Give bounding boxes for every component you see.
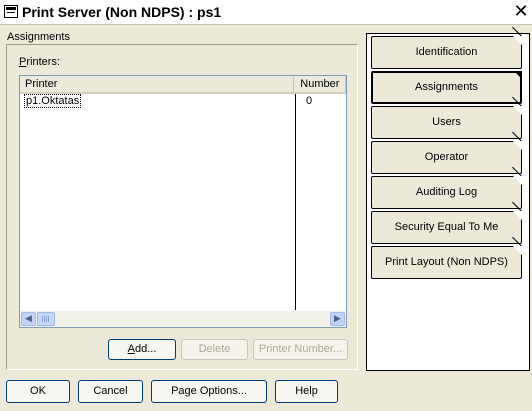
- help-button[interactable]: Help: [275, 380, 338, 403]
- tab-assignments[interactable]: Assignments: [371, 71, 522, 104]
- tab-security-equal-to-me[interactable]: Security Equal To Me: [371, 211, 522, 244]
- add-button[interactable]: Add...: [108, 339, 176, 360]
- title-bar: Print Server (Non NDPS) : ps1 ✕: [0, 0, 532, 25]
- scroll-left-icon[interactable]: ◀: [21, 312, 36, 326]
- list-item[interactable]: p1.Oktatas 0: [20, 94, 346, 109]
- scroll-right-icon[interactable]: ▶: [330, 312, 345, 326]
- cancel-button[interactable]: Cancel: [78, 380, 143, 403]
- list-header: Printer Number: [20, 76, 346, 94]
- tab-auditing-log[interactable]: Auditing Log: [371, 176, 522, 209]
- printer-app-icon: [4, 5, 18, 18]
- tab-identification[interactable]: Identification: [371, 36, 522, 69]
- printer-number-cell: 0: [306, 95, 313, 107]
- printer-name-cell: p1.Oktatas: [24, 94, 82, 108]
- scroll-thumb[interactable]: [37, 312, 55, 326]
- page-tabs: Identification Assignments Users Operato…: [366, 33, 530, 371]
- section-label: Assignments: [7, 31, 70, 43]
- printers-list[interactable]: Printer Number p1.Oktatas 0 ◀ ▶: [19, 75, 347, 328]
- tab-print-layout[interactable]: Print Layout (Non NDPS): [371, 246, 522, 279]
- printers-label: Printers:: [19, 56, 60, 68]
- close-button[interactable]: ✕: [512, 3, 530, 21]
- page-options-button[interactable]: Page Options...: [151, 380, 267, 403]
- tab-users[interactable]: Users: [371, 106, 522, 139]
- tab-operator[interactable]: Operator: [371, 141, 522, 174]
- horizontal-scrollbar[interactable]: ◀ ▶: [20, 310, 346, 327]
- window-title: Print Server (Non NDPS) : ps1: [22, 4, 222, 20]
- column-header-printer[interactable]: Printer: [20, 76, 295, 94]
- delete-button[interactable]: Delete: [181, 339, 248, 360]
- printer-number-button[interactable]: Printer Number...: [253, 339, 348, 360]
- ok-button[interactable]: OK: [6, 380, 70, 403]
- column-divider: [295, 94, 296, 312]
- column-header-number[interactable]: Number: [294, 76, 346, 94]
